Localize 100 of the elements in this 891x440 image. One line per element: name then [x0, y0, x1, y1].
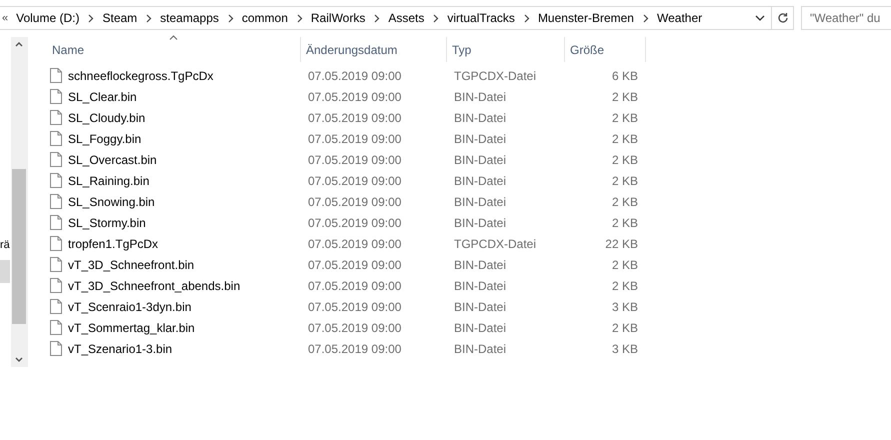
- date-cell-text: 07.05.2019 09:00: [307, 278, 402, 292]
- file-name[interactable]: SL_Snowing.bin: [68, 194, 155, 208]
- file-icon: [50, 194, 62, 209]
- file-name[interactable]: tropfen1.TgPcDx: [68, 236, 158, 250]
- file-icon: [50, 110, 62, 125]
- file-name[interactable]: SL_Clear.bin: [68, 90, 137, 104]
- column-label: Typ: [452, 42, 472, 56]
- date-cell-text: 07.05.2019 09:00: [307, 194, 402, 208]
- size-cell-text: 2 KB: [610, 194, 639, 208]
- date-cell-text: 07.05.2019 09:00: [307, 110, 402, 124]
- scrollbar[interactable]: [11, 37, 27, 367]
- column-header[interactable]: Größe: [565, 37, 646, 62]
- address-bar[interactable]: « Volume (D:) Steam steamapps common RailWorks Assets virtualTracks Muenster-Bremen Weather: [0, 6, 794, 30]
- size-cell-text: 2 KB: [610, 278, 639, 292]
- breadcrumb[interactable]: Volume (D:): [12, 11, 88, 25]
- column-label: Größe: [570, 42, 604, 56]
- file-icon: [50, 320, 62, 335]
- type-cell-text: BIN-Datei: [453, 258, 508, 272]
- date-cell-text: 07.05.2019 09:00: [307, 216, 402, 230]
- breadcrumb[interactable]: Weather: [652, 11, 712, 25]
- file-icon: [50, 236, 62, 251]
- column-header[interactable]: Änderungsdatum: [301, 37, 447, 62]
- type-cell-text: BIN-Datei: [453, 110, 508, 124]
- size-cell-text: 2 KB: [610, 258, 639, 272]
- breadcrumb[interactable]: Muenster-Bremen: [534, 11, 643, 25]
- file-icon: [50, 215, 62, 230]
- file-icon: [50, 89, 62, 104]
- refresh-icon: [776, 12, 788, 24]
- date-cell-text: 07.05.2019 09:00: [307, 342, 402, 356]
- size-cell-text: 22 KB: [604, 236, 639, 250]
- breadcrumb[interactable]: Steam: [98, 11, 146, 25]
- type-cell-text: BIN-Datei: [453, 132, 508, 146]
- date-cell-text: 07.05.2019 09:00: [307, 68, 402, 82]
- overflow-chevron[interactable]: «: [0, 12, 12, 24]
- scroll-up-icon[interactable]: [15, 41, 23, 47]
- column-label: Name: [52, 42, 84, 56]
- type-cell-text: TGPCDX-Datei: [453, 236, 538, 250]
- chevron-right-icon: [146, 14, 152, 22]
- file-icon: [50, 152, 62, 167]
- type-cell-text: TGPCDX-Datei: [453, 68, 538, 82]
- size-cell-text: 2 KB: [610, 132, 639, 146]
- file-name[interactable]: SL_Foggy.bin: [68, 132, 142, 146]
- size-cell-text: 2 KB: [610, 174, 639, 188]
- chevron-right-icon: [433, 14, 440, 22]
- chevron-right-icon: [228, 14, 234, 22]
- file-icon: [50, 278, 62, 293]
- type-cell-text: BIN-Datei: [453, 342, 508, 356]
- breadcrumb[interactable]: RailWorks: [306, 11, 374, 25]
- file-name[interactable]: schneeflockegross.TgPcDx: [68, 68, 214, 82]
- file-name[interactable]: vT_Szenario1-3.bin: [68, 342, 172, 356]
- file-icon: [50, 131, 62, 146]
- column-label: Änderungsdatum: [306, 42, 398, 56]
- file-icon: [50, 173, 62, 188]
- size-cell-text: 2 KB: [610, 320, 639, 334]
- file-name[interactable]: SL_Raining.bin: [68, 174, 150, 188]
- date-cell-text: 07.05.2019 09:00: [307, 320, 402, 334]
- file-name[interactable]: SL_Cloudy.bin: [68, 110, 146, 124]
- type-cell-text: BIN-Datei: [453, 90, 508, 104]
- breadcrumb[interactable]: virtualTracks: [443, 11, 524, 25]
- chevron-right-icon: [642, 14, 649, 22]
- search-field[interactable]: "Weather" du: [801, 6, 891, 30]
- date-cell-text: 07.05.2019 09:00: [307, 132, 402, 146]
- file-icon: [50, 299, 62, 314]
- chevron-right-icon: [296, 14, 303, 22]
- scrollbar-thumb[interactable]: [12, 169, 26, 324]
- breadcrumb[interactable]: steamapps: [156, 11, 228, 25]
- file-icon: [50, 68, 62, 83]
- size-cell-text: 3 KB: [610, 342, 639, 356]
- breadcrumb[interactable]: common: [238, 11, 297, 25]
- breadcrumb[interactable]: Assets: [384, 11, 434, 25]
- nav-item[interactable]: rä: [0, 238, 10, 252]
- file-name[interactable]: vT_Sommertag_klar.bin: [68, 320, 195, 334]
- size-cell-text: 2 KB: [610, 90, 639, 104]
- size-cell-text: 2 KB: [610, 216, 639, 230]
- file-name[interactable]: vT_3D_Schneefront_abends.bin: [68, 278, 240, 292]
- file-name[interactable]: SL_Stormy.bin: [68, 216, 146, 230]
- file-icon: [50, 257, 62, 272]
- type-cell-text: BIN-Datei: [453, 300, 508, 314]
- chevron-right-icon: [374, 14, 380, 22]
- file-name[interactable]: SL_Overcast.bin: [68, 152, 157, 166]
- size-cell-text: 3 KB: [610, 300, 639, 314]
- size-cell-text: 2 KB: [610, 152, 639, 166]
- column-header[interactable]: Typ: [447, 37, 565, 62]
- type-cell-text: BIN-Datei: [453, 152, 508, 166]
- scroll-down-icon[interactable]: [15, 357, 23, 363]
- type-cell-text: BIN-Datei: [453, 320, 508, 334]
- type-cell-text: BIN-Datei: [453, 194, 508, 208]
- type-cell-text: BIN-Datei: [453, 216, 508, 230]
- date-cell-text: 07.05.2019 09:00: [307, 258, 402, 272]
- file-icon: [50, 341, 62, 356]
- date-cell-text: 07.05.2019 09:00: [307, 174, 402, 188]
- date-cell-text: 07.05.2019 09:00: [307, 152, 402, 166]
- chevron-right-icon: [88, 14, 94, 22]
- size-cell-text: 6 KB: [610, 68, 639, 82]
- type-cell-text: BIN-Datei: [453, 174, 508, 188]
- dropdown-icon[interactable]: [755, 14, 765, 22]
- file-name[interactable]: vT_3D_Schneefront.bin: [68, 258, 194, 272]
- date-cell-text: 07.05.2019 09:00: [307, 90, 402, 104]
- file-name[interactable]: vT_Scenraio1-3dyn.bin: [68, 300, 192, 314]
- column-header[interactable]: Name: [47, 37, 301, 62]
